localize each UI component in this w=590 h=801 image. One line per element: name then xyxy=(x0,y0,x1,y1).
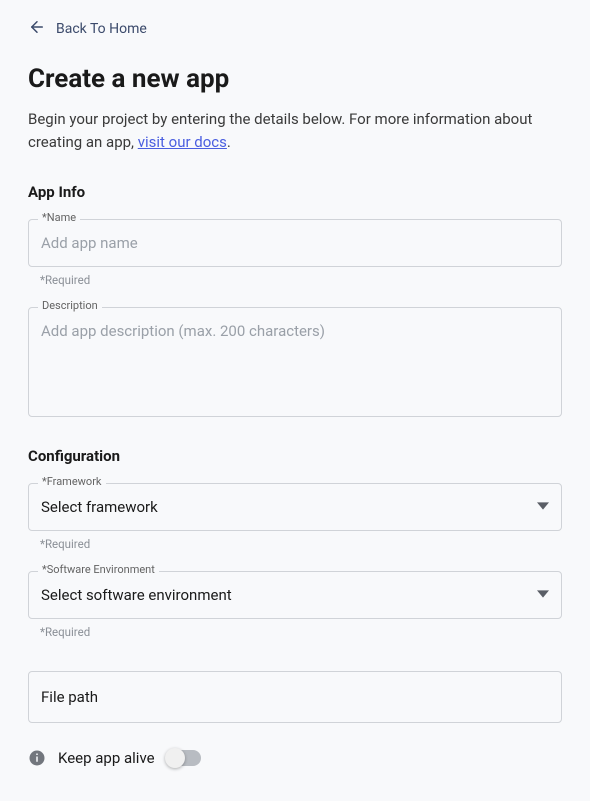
app-name-input[interactable] xyxy=(28,219,562,267)
chevron-down-icon xyxy=(537,498,549,516)
name-helper-text: *Required xyxy=(40,273,562,287)
app-info-section-header: App Info xyxy=(28,183,562,201)
environment-field-wrapper: *Software Environment Select software en… xyxy=(28,571,562,619)
framework-select[interactable]: Select framework xyxy=(28,483,562,531)
framework-select-value: Select framework xyxy=(41,498,158,516)
subtitle-suffix: . xyxy=(227,133,231,151)
framework-helper-text: *Required xyxy=(40,537,562,551)
app-description-input[interactable] xyxy=(28,307,562,417)
back-link-label: Back To Home xyxy=(56,21,147,37)
environment-helper-text: *Required xyxy=(40,625,562,639)
description-label: Description xyxy=(38,299,102,312)
chevron-down-icon xyxy=(537,586,549,604)
toggle-knob xyxy=(165,748,185,768)
back-to-home-link[interactable]: Back To Home xyxy=(28,18,147,40)
environment-select-value: Select software environment xyxy=(41,586,232,604)
file-path-input[interactable] xyxy=(28,671,562,723)
subtitle-text: Begin your project by entering the detai… xyxy=(28,110,532,151)
description-field-wrapper: Description xyxy=(28,307,562,421)
page-title: Create a new app xyxy=(28,64,562,94)
keep-alive-row: Keep app alive xyxy=(28,749,562,767)
environment-select[interactable]: Select software environment xyxy=(28,571,562,619)
keep-alive-toggle[interactable] xyxy=(167,750,201,766)
arrow-left-icon xyxy=(28,18,46,40)
info-icon[interactable] xyxy=(28,749,46,767)
keep-alive-label: Keep app alive xyxy=(58,749,155,767)
name-label: *Name xyxy=(38,211,80,224)
framework-label: *Framework xyxy=(38,475,106,488)
name-field-wrapper: *Name xyxy=(28,219,562,267)
framework-field-wrapper: *Framework Select framework xyxy=(28,483,562,531)
docs-link[interactable]: visit our docs xyxy=(138,133,227,151)
page-subtitle: Begin your project by entering the detai… xyxy=(28,108,562,153)
environment-label: *Software Environment xyxy=(38,563,159,576)
configuration-section-header: Configuration xyxy=(28,447,562,465)
